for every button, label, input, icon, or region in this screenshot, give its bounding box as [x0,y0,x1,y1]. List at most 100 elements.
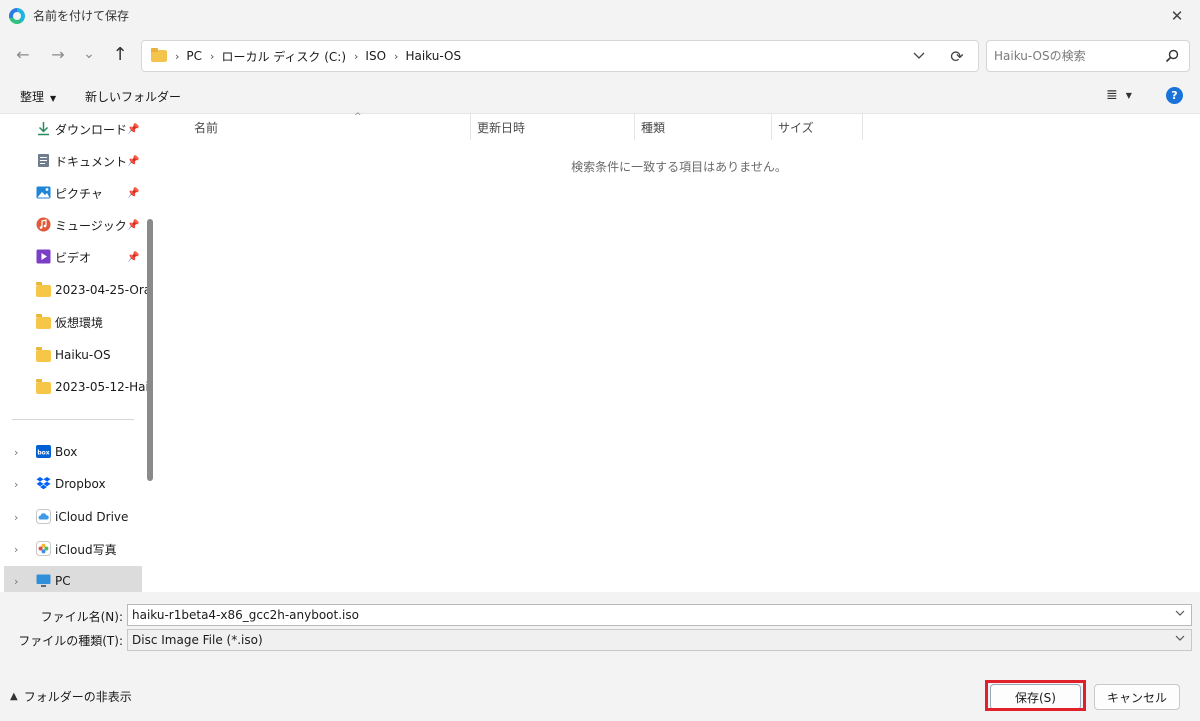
column-header-size[interactable]: サイズ [772,114,863,140]
pin-icon: 📌 [127,251,140,263]
box-icon: box [36,445,51,458]
breadcrumb-separator[interactable]: › [354,50,358,63]
sidebar-item-pictures[interactable]: ピクチャ 📌 [0,178,142,208]
organize-label: 整理 [20,90,45,104]
sidebar-item-folder-virtual-env[interactable]: 仮想環境 [0,307,142,337]
sidebar-item-label: 2023-05-12-Hai [55,380,149,394]
forward-button[interactable]: → [44,40,72,68]
sidebar-item-folder-2023-04-25[interactable]: 2023-04-25-Ora [0,275,151,305]
sidebar-item-documents[interactable]: ドキュメント 📌 [0,146,142,176]
sidebar-item-music[interactable]: ミュージック 📌 [0,210,142,240]
sidebar-item-label: Box [55,445,78,459]
filename-label: ファイル名(N): [40,610,123,624]
chevron-down-icon [913,52,925,59]
pictures-icon [36,186,51,199]
expand-chevron-icon[interactable]: › [14,446,18,459]
column-header-type[interactable]: 種類 [635,114,772,140]
sidebar-scrollbar[interactable] [147,219,153,481]
hide-folders-button[interactable]: ▲ フォルダーの非表示 [10,688,132,705]
cancel-button[interactable]: キャンセル [1094,684,1180,710]
edge-browser-icon [9,7,25,24]
sidebar-item-pc[interactable]: › PC [4,566,142,592]
breadcrumb-haiku-os[interactable]: Haiku-OS [405,49,461,63]
chevron-up-icon: ▲ [10,691,18,702]
sidebar-item-folder-2023-05-12[interactable]: 2023-05-12-Hai [0,372,149,402]
chevron-down-icon[interactable] [1175,609,1185,617]
window-title: 名前を付けて保存 [33,9,130,23]
save-button-highlight-box [985,680,1086,711]
chevron-down-icon: ⌄ [83,46,95,62]
cancel-button-label: キャンセル [1106,690,1167,705]
chevron-down-icon [1175,635,1185,641]
close-icon: ✕ [1170,7,1184,25]
sidebar-item-folder-haiku-os[interactable]: Haiku-OS [0,340,142,370]
back-arrow-icon: ← [16,44,30,64]
breadcrumb-separator: › [175,49,180,63]
breadcrumb-local-disk[interactable]: ローカル ディスク (C:) [221,48,346,65]
folder-icon [36,379,51,394]
expand-chevron-icon[interactable]: › [14,511,18,524]
sidebar-item-downloads[interactable]: ダウンロード 📌 [0,114,142,144]
column-label: 名前 [194,120,219,135]
column-header-modified[interactable]: 更新日時 [471,114,635,140]
column-label: 種類 [641,120,666,135]
breadcrumb-iso[interactable]: ISO [365,49,386,63]
recent-locations-button[interactable]: ⌄ [75,40,103,68]
sidebar-item-label: Dropbox [55,477,106,491]
folder-icon [36,282,51,297]
sidebar-item-icloud-drive[interactable]: › iCloud Drive [0,502,142,532]
change-view-button[interactable]: ≣ ▼ [1106,87,1132,103]
svg-text:box: box [37,450,49,457]
column-label: サイズ [778,120,814,135]
sidebar-item-label: Haiku-OS [55,348,111,362]
filename-field[interactable]: haiku-r1beta4-x86_gcc2h-anyboot.iso [127,604,1192,626]
expand-chevron-icon[interactable]: › [14,575,18,588]
help-button[interactable]: ? [1166,87,1183,104]
filename-value[interactable]: haiku-r1beta4-x86_gcc2h-anyboot.iso [132,608,359,622]
back-button[interactable]: ← [9,40,37,68]
expand-chevron-icon[interactable]: › [14,543,18,556]
address-history-button[interactable] [906,41,932,71]
sidebar-item-label: ドキュメント [55,154,128,169]
sidebar-item-label: ミュージック [55,218,127,233]
icloud-drive-icon [36,509,51,524]
sidebar-item-label: PC [55,574,71,588]
sidebar-item-label: iCloud写真 [55,542,117,557]
breadcrumb-pc[interactable]: PC [186,49,202,63]
up-arrow-icon: ↑ [112,43,128,65]
search-icon[interactable] [1165,49,1179,63]
list-view-icon: ≣ [1106,87,1118,103]
pin-icon: 📌 [127,187,140,199]
filetype-label: ファイルの種類(T): [18,634,123,648]
search-box[interactable] [986,40,1190,72]
search-input[interactable] [994,49,1154,63]
navigation-bar: ← → ⌄ ↑ › PC › ローカル ディスク (C:) › ISO › Ha… [0,32,1200,78]
organize-menu-button[interactable]: 整理 ▼ [20,88,56,105]
file-list-scrollbar[interactable] [1187,114,1200,592]
sidebar-item-dropbox[interactable]: › Dropbox [0,469,142,499]
up-button[interactable]: ↑ [106,40,134,68]
folder-icon [36,347,51,362]
sidebar-item-label: 仮想環境 [55,315,104,330]
download-icon [38,122,49,136]
sidebar-item-label: ピクチャ [55,186,103,201]
sidebar-item-icloud-photos[interactable]: › iCloud写真 [0,534,142,564]
dropbox-icon [36,477,51,490]
address-bar[interactable]: › PC › ローカル ディスク (C:) › ISO › Haiku-OS ⟳ [141,40,979,72]
sidebar-divider [12,419,134,420]
expand-chevron-icon[interactable]: › [14,478,18,491]
column-header-name[interactable]: 名前 ^ [188,112,471,140]
forward-arrow-icon: → [51,44,65,64]
breadcrumb-separator[interactable]: › [210,50,214,63]
sidebar-item-label: ダウンロード [55,122,128,137]
close-button[interactable]: ✕ [1154,0,1200,32]
breadcrumb-separator[interactable]: › [394,50,398,63]
empty-folder-message: 検索条件に一致する項目はありません。 [571,160,787,174]
sidebar-item-videos[interactable]: ビデオ 📌 [0,242,142,272]
refresh-button[interactable]: ⟳ [944,41,970,71]
new-folder-button[interactable]: 新しいフォルダー [85,88,181,105]
column-label: 更新日時 [477,120,526,135]
sidebar-item-box[interactable]: › box Box [0,437,142,467]
filetype-select[interactable]: Disc Image File (*.iso) [127,629,1192,651]
folder-icon [36,314,51,329]
